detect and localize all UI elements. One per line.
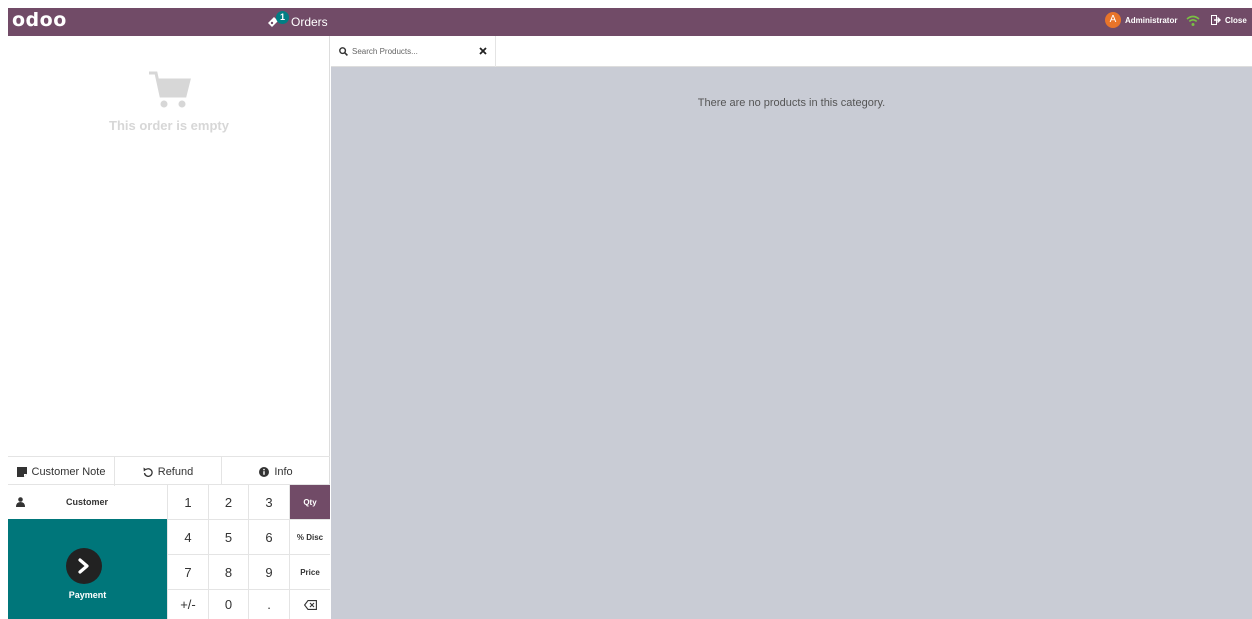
backspace-icon (303, 599, 317, 610)
payment-label: Payment (68, 590, 107, 600)
wifi-icon (1186, 15, 1200, 26)
numpad-key-4[interactable]: 4 (167, 519, 208, 554)
payment-circle (66, 548, 102, 584)
odoo-logo: odoo (12, 9, 67, 31)
search-icon (339, 47, 348, 56)
note-icon (16, 466, 27, 477)
payment-button[interactable]: Payment (8, 519, 167, 619)
customer-label: Customer (66, 497, 109, 507)
top-bar: odoo 1 Orders A Administrator Close (8, 8, 1252, 36)
numpad-mode-discount[interactable]: % Disc (289, 519, 330, 554)
numpad-backspace[interactable] (289, 589, 330, 619)
numpad-key-3[interactable]: 3 (248, 484, 289, 519)
numpad-mode-price[interactable]: Price (289, 554, 330, 589)
avatar: A (1105, 12, 1121, 28)
customer-button[interactable]: Customer (8, 484, 167, 519)
undo-icon (143, 467, 153, 477)
info-label: Info (274, 465, 293, 478)
numpad-key-1[interactable]: 1 (167, 484, 208, 519)
info-icon (259, 466, 270, 477)
empty-order: This order is empty (8, 70, 330, 133)
orders-button[interactable]: 1 Orders (266, 11, 328, 32)
no-products-message: There are no products in this category. (697, 97, 886, 109)
orders-label: Orders (291, 15, 328, 29)
sign-out-icon (1211, 15, 1221, 25)
numpad-key-plus-minus[interactable]: +/- (167, 589, 208, 619)
search-input[interactable] (352, 42, 472, 60)
close-icon[interactable] (479, 47, 487, 55)
search-box (331, 36, 496, 67)
user-name: Administrator (1125, 15, 1178, 25)
close-button[interactable]: Close (1211, 15, 1247, 25)
numpad-key-2[interactable]: 2 (208, 484, 248, 519)
orders-count-badge: 1 (276, 11, 289, 24)
numpad-key-8[interactable]: 8 (208, 554, 248, 589)
pos-app: odoo 1 Orders A Administrator Close This… (0, 0, 1252, 619)
control-buttons: Customer Note Refund Info (8, 456, 330, 486)
numpad-key-5[interactable]: 5 (208, 519, 248, 554)
product-search-bar (331, 36, 1252, 67)
shopping-cart-icon (149, 71, 191, 108)
numpad: 1 2 3 Qty 4 5 6 % Disc 7 8 9 Price +/- 0… (167, 484, 330, 619)
numpad-key-7[interactable]: 7 (167, 554, 208, 589)
user-icon (16, 497, 25, 507)
refund-button[interactable]: Refund (115, 457, 222, 486)
ticket-icon: 1 (266, 11, 289, 29)
product-list: There are no products in this category. (331, 67, 1252, 619)
chevron-right-icon (78, 558, 89, 574)
info-button[interactable]: Info (222, 457, 330, 486)
order-pane: This order is empty Customer Note Refund (8, 36, 330, 619)
customer-note-label: Customer Note (31, 465, 106, 478)
user-menu[interactable]: A Administrator (1105, 12, 1177, 28)
customer-note-button[interactable]: Customer Note (8, 457, 115, 486)
numpad-key-decimal[interactable]: . (248, 589, 289, 619)
numpad-key-9[interactable]: 9 (248, 554, 289, 589)
empty-order-text: This order is empty (109, 118, 229, 133)
refund-label: Refund (157, 465, 194, 478)
close-label: Close (1225, 15, 1247, 25)
numpad-key-0[interactable]: 0 (208, 589, 248, 619)
numpad-mode-qty[interactable]: Qty (289, 484, 330, 519)
numpad-key-6[interactable]: 6 (248, 519, 289, 554)
